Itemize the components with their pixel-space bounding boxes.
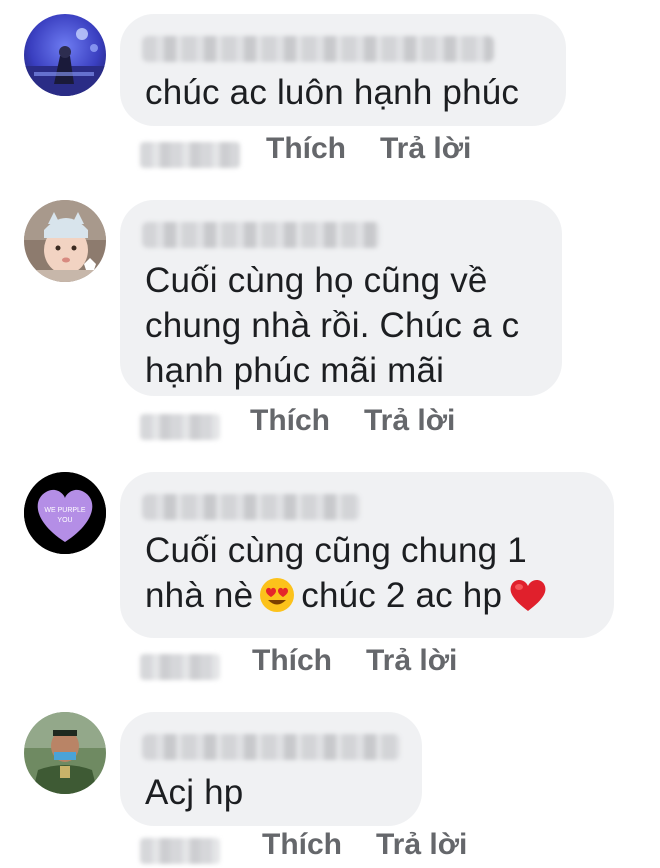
author-name-redacted[interactable] <box>142 494 360 520</box>
timestamp-redacted <box>140 414 220 440</box>
avatar-heart-text-2: YOU <box>57 517 72 524</box>
purple-heart-avatar-icon: WE PURPLE YOU <box>24 472 106 554</box>
comment-text: Cuối cùng cũng chung 1 nhà nè chúc 2 ac … <box>145 528 554 624</box>
comment-text: chúc ac luôn hạnh phúc <box>145 73 520 112</box>
reply-button[interactable]: Trả lời <box>364 404 455 438</box>
reply-button[interactable]: Trả lời <box>366 644 457 678</box>
author-name-redacted[interactable] <box>142 734 400 760</box>
timestamp-redacted <box>140 142 240 168</box>
comment-bubble: chúc ac luôn hạnh phúc <box>120 14 566 126</box>
like-button[interactable]: Thích <box>262 828 342 862</box>
like-button[interactable]: Thích <box>250 404 330 438</box>
reply-button[interactable]: Trả lời <box>376 828 467 862</box>
comment-bubble: Acj hp <box>120 712 422 826</box>
comment-actions: Thích Trả lời <box>140 828 480 868</box>
author-name-redacted[interactable] <box>142 36 494 62</box>
comment-bubble: Cuối cùng họ cũng về chung nhà rồi. Chúc… <box>120 200 562 396</box>
like-button[interactable]: Thích <box>252 644 332 678</box>
red-heart-emoji-icon <box>508 577 548 624</box>
comment-actions: Thích Trả lời <box>140 132 500 172</box>
timestamp-redacted <box>140 654 220 680</box>
comment-text: Cuối cùng họ cũng về chung nhà rồi. Chúc… <box>145 261 520 390</box>
comment-text: Acj hp <box>145 773 244 812</box>
avatar-heart-text: WE PURPLE <box>44 507 86 514</box>
user-avatar[interactable] <box>24 14 106 96</box>
comment-bubble: Cuối cùng cũng chung 1 nhà nè chúc 2 ac … <box>120 472 614 638</box>
heart-eyes-emoji-icon <box>259 577 295 624</box>
comment-actions: Thích Trả lời <box>140 404 480 444</box>
author-name-redacted[interactable] <box>142 222 380 248</box>
user-avatar[interactable] <box>24 712 106 794</box>
user-avatar[interactable]: WE PURPLE YOU <box>24 472 106 554</box>
like-button[interactable]: Thích <box>266 132 346 166</box>
comment-actions: Thích Trả lời <box>140 644 480 684</box>
timestamp-redacted <box>140 838 220 864</box>
soldier-photo-avatar-icon <box>24 712 106 794</box>
baby-photo-avatar-icon <box>24 200 106 282</box>
reply-button[interactable]: Trả lời <box>380 132 471 166</box>
comment-item: chúc ac luôn hạnh phúc Thích Trả lời <box>0 0 660 180</box>
concert-stage-avatar-icon <box>24 14 106 96</box>
user-avatar[interactable] <box>24 200 106 282</box>
